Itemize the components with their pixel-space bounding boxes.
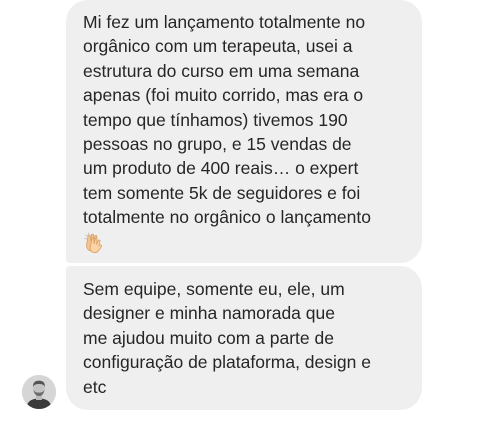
message-bubble[interactable]: Mi fez um lançamento totalmente no orgân… [66,0,422,263]
message-bubble[interactable]: Sem equipe, somente eu, ele, um designer… [66,266,422,410]
message-line: estrutura do curso em uma semana [83,60,360,81]
message-line: configuração de plataforma, design e [83,352,371,373]
message-line: tem somente 5k de seguidores e foi [83,182,361,203]
message-line: um produto de 400 reais… o expert [83,158,359,179]
message-line: etc [83,376,107,397]
message-line: totalmente no orgânico o lançamento [83,207,371,228]
avatar[interactable] [22,375,56,409]
message-line: apenas (foi muito corrido, mas era o [83,85,364,106]
message-line: tempo que tínhamos) tivemos 190 [83,109,348,130]
message-line: Mi fez um lançamento totalmente no [83,12,366,32]
message-line: designer e minha namorada que [83,303,335,324]
message-line: me ajudou muito com a parte de [83,327,334,348]
message-line: pessoas no grupo, e 15 vendas de [83,134,352,155]
message-line: Sem equipe, somente eu, ele, um [83,279,345,299]
clapping-hands-icon [83,232,105,254]
message-line: orgânico com um terapeuta, usei a [83,36,353,57]
